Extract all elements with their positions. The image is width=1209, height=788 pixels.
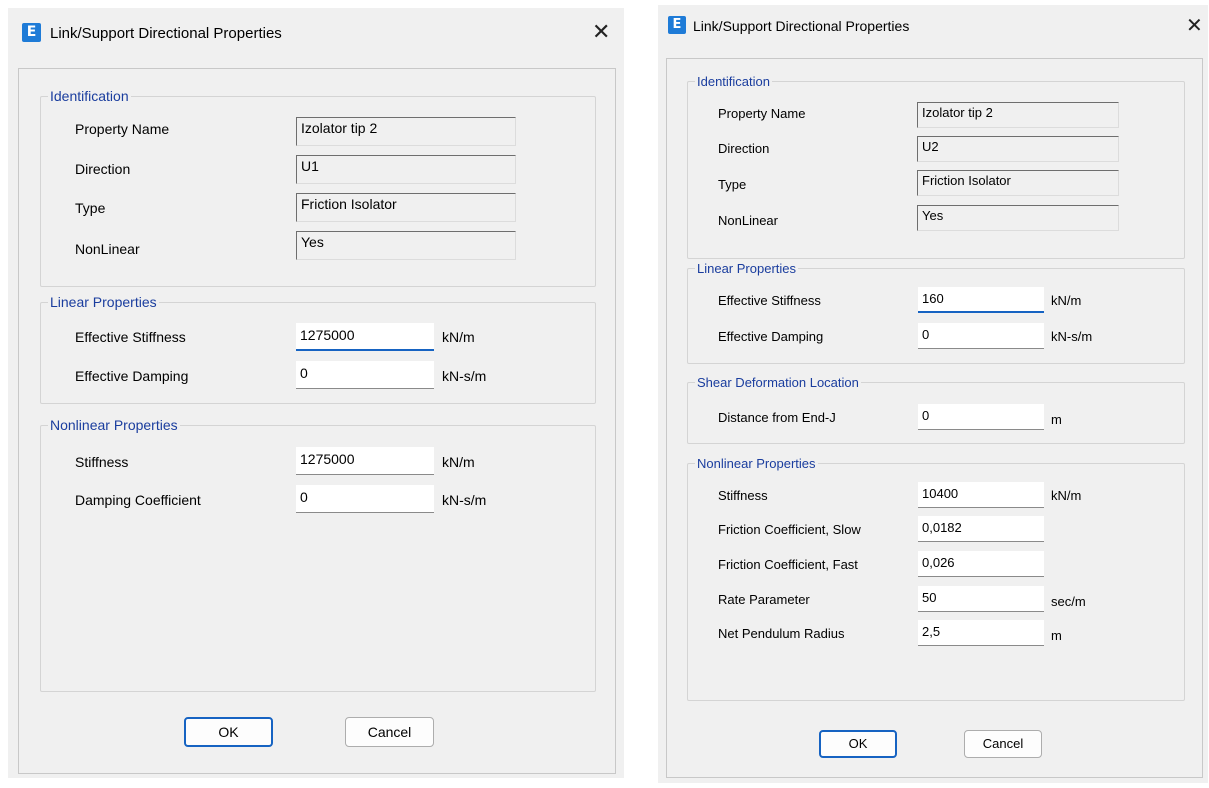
- effective-stiffness-input[interactable]: 1275000: [296, 323, 434, 351]
- friction-coefficient-slow-label: Friction Coefficient, Slow: [718, 522, 861, 537]
- type-label: Type: [718, 177, 747, 192]
- effective-damping-unit: kN-s/m: [442, 368, 487, 384]
- nonlinear-properties-legend: Nonlinear Properties: [697, 456, 816, 471]
- effective-stiffness-unit: kN/m: [1051, 293, 1082, 308]
- distance-from-end-j-label: Distance from End-J: [718, 410, 836, 425]
- type-field: Friction Isolator: [296, 193, 516, 222]
- stiffness-unit: kN/m: [1051, 488, 1082, 503]
- effective-damping-label: Effective Damping: [718, 329, 824, 344]
- right-dialog: E Link/Support Directional Properties ✕ …: [658, 5, 1208, 783]
- stiffness-unit: kN/m: [442, 454, 475, 470]
- identification-legend: Identification: [697, 74, 770, 89]
- net-pendulum-radius-input[interactable]: 2,5: [918, 620, 1044, 646]
- effective-stiffness-input[interactable]: 160: [918, 287, 1044, 313]
- nonlinear-label: NonLinear: [718, 213, 778, 228]
- shear-deformation-legend: Shear Deformation Location: [697, 375, 859, 390]
- type-label: Type: [75, 200, 106, 216]
- type-field: Friction Isolator: [917, 170, 1119, 196]
- rate-parameter-unit: sec/m: [1051, 594, 1086, 609]
- left-title-bar: E Link/Support Directional Properties ✕: [8, 8, 624, 60]
- distance-from-end-j-unit: m: [1051, 412, 1062, 427]
- effective-damping-label: Effective Damping: [75, 368, 189, 384]
- effective-stiffness-unit: kN/m: [442, 329, 475, 345]
- stiffness-input[interactable]: 10400: [918, 482, 1044, 508]
- cancel-button[interactable]: Cancel: [345, 717, 434, 747]
- effective-stiffness-label: Effective Stiffness: [75, 329, 186, 345]
- property-name-label: Property Name: [75, 121, 170, 137]
- left-dialog: E Link/Support Directional Properties ✕ …: [8, 8, 624, 778]
- friction-coefficient-fast-input[interactable]: 0,026: [918, 551, 1044, 577]
- dialog-title: Link/Support Directional Properties: [50, 25, 282, 42]
- direction-label: Direction: [75, 161, 131, 177]
- nonlinear-properties-legend: Nonlinear Properties: [50, 417, 178, 433]
- right-title-bar: E Link/Support Directional Properties ✕: [658, 5, 1208, 51]
- rate-parameter-input[interactable]: 50: [918, 586, 1044, 612]
- close-icon[interactable]: ✕: [1186, 14, 1203, 36]
- ok-button[interactable]: OK: [184, 717, 273, 747]
- stiffness-label: Stiffness: [718, 488, 768, 503]
- friction-coefficient-slow-input[interactable]: 0,0182: [918, 516, 1044, 542]
- distance-from-end-j-input[interactable]: 0: [918, 404, 1044, 430]
- direction-label: Direction: [718, 141, 770, 156]
- etabs-app-icon: E: [22, 23, 41, 42]
- property-name-field: Izolator tip 2: [296, 117, 516, 146]
- dialog-title: Link/Support Directional Properties: [693, 18, 910, 34]
- effective-damping-unit: kN-s/m: [1051, 329, 1093, 344]
- friction-coefficient-fast-label: Friction Coefficient, Fast: [718, 557, 858, 572]
- identification-legend: Identification: [50, 88, 129, 104]
- rate-parameter-label: Rate Parameter: [718, 592, 810, 607]
- nonlinear-field: Yes: [296, 231, 516, 260]
- effective-damping-input[interactable]: 0: [296, 361, 434, 389]
- nonlinear-field: Yes: [917, 205, 1119, 231]
- property-name-field: Izolator tip 2: [917, 102, 1119, 128]
- effective-damping-input[interactable]: 0: [918, 323, 1044, 349]
- stiffness-label: Stiffness: [75, 454, 129, 470]
- effective-stiffness-label: Effective Stiffness: [718, 293, 821, 308]
- left-client-area: Identification Property Name Izolator ti…: [18, 68, 616, 774]
- damping-coefficient-label: Damping Coefficient: [75, 492, 201, 508]
- damping-coefficient-input[interactable]: 0: [296, 485, 434, 513]
- stiffness-input[interactable]: 1275000: [296, 447, 434, 475]
- damping-coefficient-unit: kN-s/m: [442, 492, 487, 508]
- net-pendulum-radius-unit: m: [1051, 628, 1062, 643]
- direction-field: U2: [917, 136, 1119, 162]
- net-pendulum-radius-label: Net Pendulum Radius: [718, 626, 845, 641]
- linear-properties-legend: Linear Properties: [50, 294, 157, 310]
- property-name-label: Property Name: [718, 106, 806, 121]
- close-icon[interactable]: ✕: [592, 22, 610, 44]
- etabs-app-icon: E: [668, 16, 686, 34]
- direction-field: U1: [296, 155, 516, 184]
- linear-properties-legend: Linear Properties: [697, 261, 796, 276]
- nonlinear-label: NonLinear: [75, 241, 140, 257]
- ok-button[interactable]: OK: [819, 730, 897, 758]
- cancel-button[interactable]: Cancel: [964, 730, 1042, 758]
- right-client-area: Identification Property Name Izolator ti…: [666, 58, 1203, 778]
